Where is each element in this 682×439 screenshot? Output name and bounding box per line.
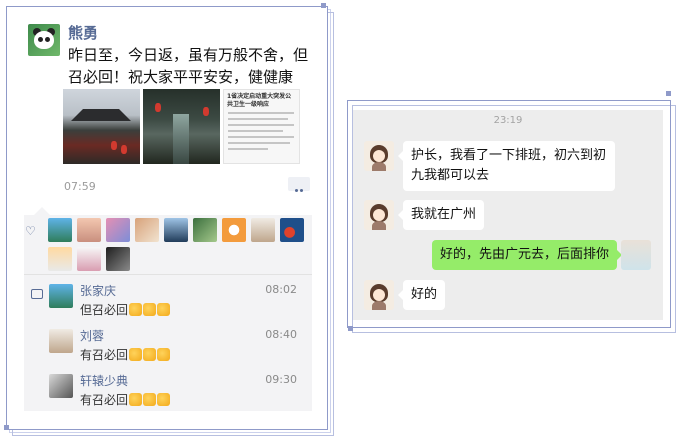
thumbs-up-icon [157,348,171,361]
post-time: 07:59 [64,180,96,193]
like-avatar[interactable] [135,218,159,242]
contact-avatar[interactable] [364,200,394,230]
commenter-name[interactable]: 刘蓉 [80,327,104,344]
like-avatar[interactable] [106,218,130,242]
thumbs-up-icon [157,303,171,316]
thumbs-up-icon [143,393,157,406]
commenter-avatar[interactable] [49,374,73,398]
heart-icon: ♡ [25,224,36,238]
like-avatar[interactable] [251,218,275,242]
like-avatar[interactable] [77,218,101,242]
post-photo-village[interactable] [63,89,140,164]
comment-time: 08:02 [265,283,297,296]
thumbs-up-icon [129,393,143,406]
message-bubble-sent[interactable]: 好的，先由广元去，后面排你 [432,240,623,270]
thumbs-up-icon [129,303,143,316]
like-avatar[interactable] [222,218,246,242]
like-avatar[interactable] [164,218,188,242]
thumbs-up-icon [143,348,157,361]
thumbs-up-icon [157,393,171,406]
thumbs-up-icon [143,303,157,316]
like-avatar[interactable] [48,218,72,242]
my-avatar[interactable] [621,240,651,270]
like-avatar[interactable] [48,247,72,271]
post-photo-document[interactable]: 1省决定启动重大突发公共卫生一级响应 [223,89,300,164]
comment-icon [31,289,43,299]
contact-avatar[interactable] [364,280,394,310]
message-bubble-received[interactable]: 我就在广州 [397,200,485,230]
comment-time: 08:40 [265,328,297,341]
chat-window: 23:19 护长，我看了一下排班，初六到初九我都可以去 我就在广州 好的，先由广… [353,110,663,320]
thumbs-up-icon [129,348,143,361]
comment-text: 但召必回 [80,301,171,318]
author-name[interactable]: 熊勇 [68,22,98,43]
comment-text: 有召必回 [80,346,171,363]
divider [24,274,312,275]
message-bubble-received[interactable]: 好的 [397,280,446,310]
like-avatar[interactable] [77,247,101,271]
commenter-avatar[interactable] [49,284,73,308]
frame-corner-mark [321,3,326,8]
commenter-name[interactable]: 张家庆 [80,282,116,299]
message-bubble-received[interactable]: 护长，我看了一下排班，初六到初九我都可以去 [398,141,615,191]
moment-post: 熊勇 昨日至，今日返，虽有万般不舍，但召必回！祝大家平平安安，健健康康！ 1省决… [18,16,315,412]
like-avatar[interactable] [280,218,304,242]
author-avatar[interactable] [28,24,60,56]
more-actions-button[interactable] [288,177,310,192]
commenter-avatar[interactable] [49,329,73,353]
like-avatar[interactable] [193,218,217,242]
post-photo-street[interactable] [143,89,220,164]
frame-corner-mark [4,425,9,430]
commenter-name[interactable]: 轩辕少典 [80,372,128,389]
chat-timestamp: 23:19 [493,115,523,126]
comment-time: 09:30 [265,373,297,386]
contact-avatar[interactable] [364,141,394,171]
like-avatar[interactable] [106,247,130,271]
doc-preview-title: 1省决定启动重大突发公共卫生一级响应 [227,93,292,108]
likes-pointer [34,207,50,215]
frame-corner-mark [666,91,671,96]
comment-text: 有召必回 [80,391,171,408]
frame-corner-mark [348,326,353,331]
